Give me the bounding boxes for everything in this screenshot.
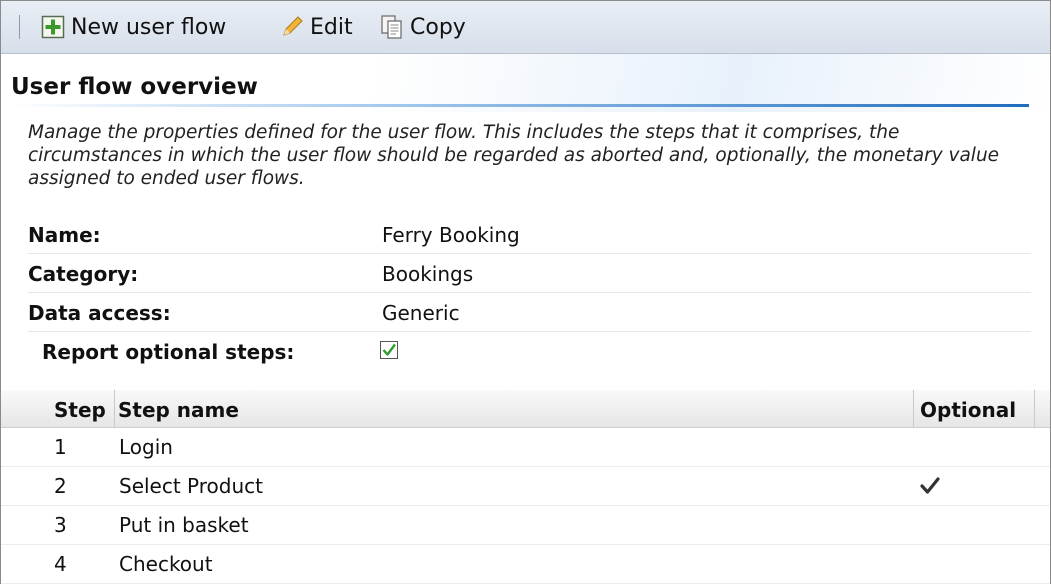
step-name: Checkout xyxy=(119,552,213,576)
copy-icon xyxy=(380,14,404,40)
user-flow-panel: New user flow Edit Copy User flow overvi… xyxy=(0,0,1051,584)
step-number: 3 xyxy=(54,513,67,537)
table-row[interactable]: 1 Login xyxy=(1,428,1050,467)
edit-button[interactable]: Edit xyxy=(280,13,353,41)
name-value: Ferry Booking xyxy=(382,223,520,247)
data-access-label: Data access: xyxy=(28,301,171,325)
add-icon xyxy=(41,15,65,39)
property-row-category: Category: Bookings xyxy=(28,254,1031,293)
property-row-name: Name: Ferry Booking xyxy=(28,215,1031,254)
edit-label: Edit xyxy=(310,14,353,40)
column-divider xyxy=(913,390,914,427)
column-header-optional[interactable]: Optional xyxy=(920,398,1016,422)
step-number: 1 xyxy=(54,435,67,459)
column-header-step-name[interactable]: Step name xyxy=(118,398,239,422)
steps-table-header: Step Step name Optional xyxy=(1,390,1050,428)
step-name: Select Product xyxy=(119,474,263,498)
page-description: Manage the properties defined for the us… xyxy=(28,122,1000,189)
toolbar-separator xyxy=(19,15,20,39)
step-number: 4 xyxy=(54,552,67,576)
title-underline xyxy=(11,104,1029,107)
report-optional-steps-row: Report optional steps: xyxy=(42,337,642,367)
column-divider xyxy=(1034,390,1035,427)
pencil-icon xyxy=(280,15,304,39)
column-header-step[interactable]: Step xyxy=(54,398,106,422)
copy-button[interactable]: Copy xyxy=(380,13,466,41)
new-user-flow-button[interactable]: New user flow xyxy=(41,13,226,41)
table-row[interactable]: 4 Checkout xyxy=(1,545,1050,584)
table-row[interactable]: 3 Put in basket xyxy=(1,506,1050,545)
toolbar: New user flow Edit Copy xyxy=(1,1,1050,54)
step-name: Login xyxy=(119,435,173,459)
data-access-value: Generic xyxy=(382,301,460,325)
report-optional-steps-label: Report optional steps: xyxy=(42,340,295,364)
table-row[interactable]: 2 Select Product xyxy=(1,467,1050,506)
report-optional-steps-checkbox[interactable] xyxy=(380,341,398,359)
checkmark-icon xyxy=(382,343,396,356)
category-value: Bookings xyxy=(382,262,474,286)
category-label: Category: xyxy=(28,262,139,286)
name-label: Name: xyxy=(28,223,101,247)
page-title: User flow overview xyxy=(11,74,258,100)
step-name: Put in basket xyxy=(119,513,249,537)
optional-check-icon xyxy=(919,475,941,497)
column-divider xyxy=(114,390,115,427)
property-row-data-access: Data access: Generic xyxy=(28,293,1031,332)
new-user-flow-label: New user flow xyxy=(71,14,227,40)
step-number: 2 xyxy=(54,474,67,498)
copy-label: Copy xyxy=(410,14,466,40)
